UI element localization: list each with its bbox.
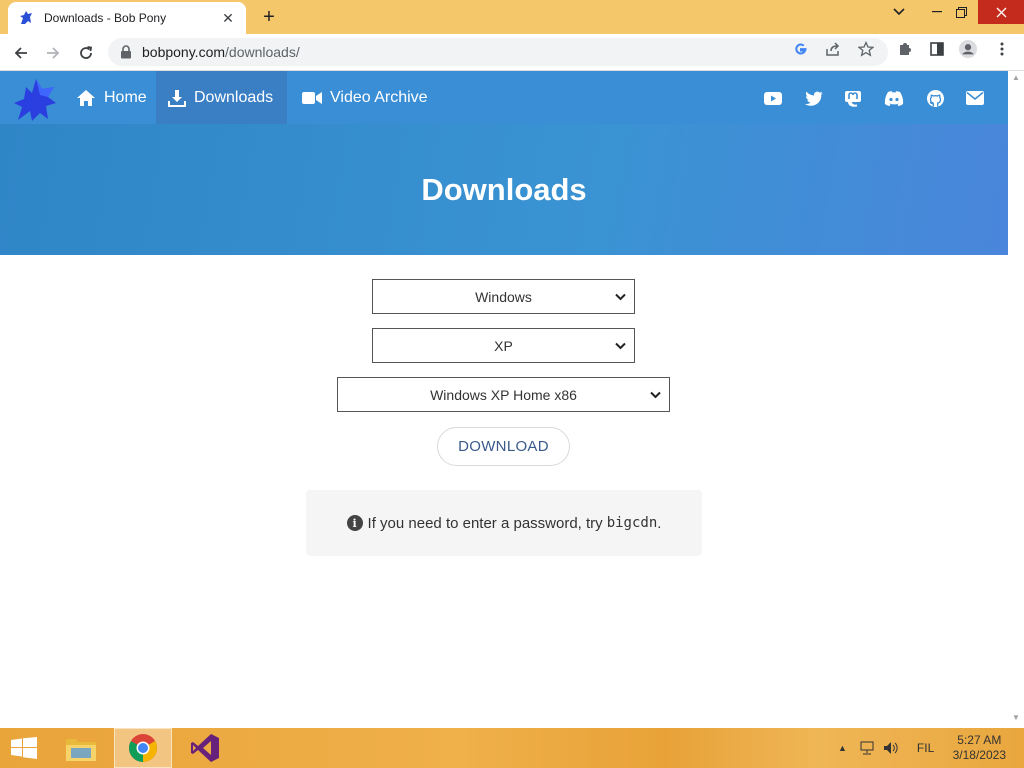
site-navbar: Home Downloads Video Archive: [0, 71, 1008, 124]
page-hero: Downloads: [0, 124, 1008, 255]
menu-kebab-icon[interactable]: [993, 40, 1011, 58]
browser-toolbar: bobpony.com/downloads/: [0, 34, 1024, 71]
edition-select[interactable]: Windows XP Home x86: [337, 377, 670, 412]
os-select-value: Windows: [475, 288, 532, 305]
chrome-taskbar-button[interactable]: [114, 728, 172, 768]
tab-title: Downloads - Bob Pony: [44, 11, 167, 25]
start-button[interactable]: [0, 728, 48, 768]
discord-icon[interactable]: [884, 88, 904, 108]
folder-icon: [66, 739, 96, 761]
file-explorer-button[interactable]: [52, 728, 110, 768]
bobpony-logo[interactable]: [10, 73, 60, 123]
lock-icon[interactable]: [120, 45, 132, 59]
password-note: i If you need to enter a password, try b…: [306, 490, 702, 556]
network-icon[interactable]: [859, 741, 875, 755]
language-indicator[interactable]: FIL: [917, 741, 934, 755]
home-icon: [77, 89, 95, 106]
windows-taskbar: ▲ FIL 5:27 AM 3/18/2023: [0, 728, 1024, 768]
info-icon: i: [346, 515, 363, 531]
tab-close-icon[interactable]: ✕: [220, 10, 236, 27]
system-tray: ▲ FIL: [838, 728, 934, 768]
restore-button[interactable]: [944, 0, 978, 24]
video-icon: [302, 91, 322, 104]
windows-logo-icon: [11, 737, 37, 759]
volume-icon[interactable]: [883, 741, 899, 755]
share-icon[interactable]: [824, 40, 842, 58]
extensions-icon[interactable]: [896, 40, 914, 58]
close-window-button[interactable]: [978, 0, 1024, 24]
nav-home[interactable]: Home: [64, 71, 159, 124]
bobpony-favicon: [20, 11, 32, 24]
new-tab-button[interactable]: +: [258, 6, 280, 28]
note-text: If you need to enter a password, try: [367, 514, 603, 532]
youtube-icon[interactable]: [763, 88, 783, 108]
chevron-down-icon: [650, 391, 661, 399]
google-icon[interactable]: [792, 40, 810, 58]
mastodon-icon[interactable]: [843, 88, 863, 108]
github-icon[interactable]: [925, 88, 945, 108]
edition-select-value: Windows XP Home x86: [430, 386, 577, 403]
back-button[interactable]: [10, 42, 32, 64]
nav-video-archive[interactable]: Video Archive: [290, 71, 440, 124]
show-hidden-icons-icon[interactable]: ▲: [838, 743, 847, 753]
nav-video-archive-label: Video Archive: [330, 88, 428, 106]
version-select[interactable]: XP: [372, 328, 635, 363]
clock-date: 3/18/2023: [952, 748, 1006, 762]
page-viewport: Home Downloads Video Archive Downloads W…: [0, 71, 1008, 728]
nav-downloads-label: Downloads: [194, 88, 274, 106]
visual-studio-icon: [191, 734, 219, 762]
chevron-down-icon: [615, 342, 626, 350]
forward-button[interactable]: [42, 42, 64, 64]
version-select-value: XP: [494, 337, 513, 354]
browser-tab[interactable]: Downloads - Bob Pony ✕: [8, 2, 246, 34]
page-scrollbar[interactable]: ▲ ▼: [1008, 71, 1024, 728]
profile-avatar-icon[interactable]: [959, 40, 977, 58]
download-button[interactable]: DOWNLOAD: [437, 427, 570, 466]
browser-tabstrip: Downloads - Bob Pony ✕ +: [0, 0, 1024, 34]
bookmark-star-icon[interactable]: [857, 40, 875, 58]
nav-downloads[interactable]: Downloads: [156, 71, 287, 124]
note-suffix: .: [657, 514, 662, 532]
visual-studio-button[interactable]: [176, 728, 234, 768]
note-password-code: bigcdn: [606, 515, 658, 531]
chrome-icon: [129, 734, 157, 762]
scroll-down-icon[interactable]: ▼: [1012, 713, 1020, 722]
nav-home-label: Home: [104, 88, 147, 106]
os-select[interactable]: Windows: [372, 279, 635, 314]
twitter-icon[interactable]: [804, 88, 824, 108]
chevron-down-icon: [615, 293, 626, 301]
address-bar[interactable]: bobpony.com/downloads/: [108, 38, 888, 66]
page-title: Downloads: [421, 171, 587, 207]
clock-time: 5:27 AM: [957, 733, 1002, 747]
scroll-up-icon[interactable]: ▲: [1012, 73, 1020, 82]
taskbar-clock[interactable]: 5:27 AM 3/18/2023: [953, 733, 1006, 763]
side-panel-icon[interactable]: [928, 40, 946, 58]
reload-button[interactable]: [75, 42, 97, 64]
mail-icon[interactable]: [965, 88, 985, 108]
download-icon: [168, 89, 186, 107]
tab-search-icon[interactable]: [882, 0, 916, 24]
url-text: bobpony.com/downloads/: [142, 44, 300, 60]
